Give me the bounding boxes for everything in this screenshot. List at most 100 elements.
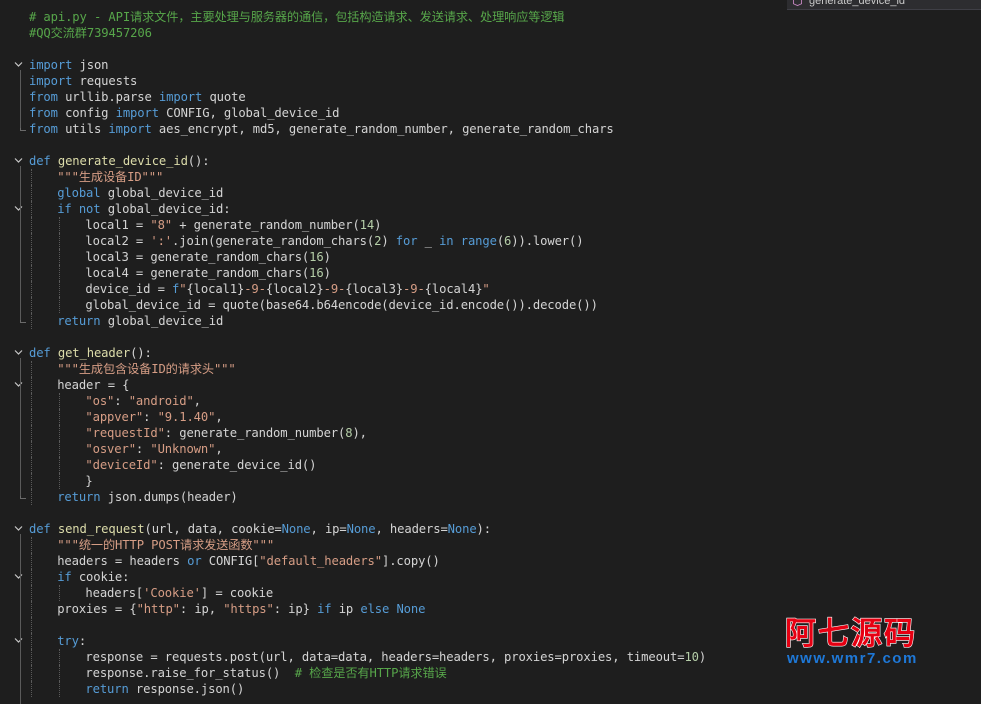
fold-chevron-icon[interactable]: [14, 60, 23, 69]
indent-guide: [59, 457, 61, 473]
code-line[interactable]: # api.py - API请求文件，主要处理与服务器的通信，包括构造请求、发送…: [0, 9, 981, 25]
code-line[interactable]: "os": "android",: [0, 393, 981, 409]
code-token: return: [57, 314, 101, 328]
fold-chevron-icon[interactable]: [14, 636, 23, 645]
navigation-dropdown[interactable]: generate_device_id: [787, 0, 981, 10]
code-line[interactable]: return response.json(): [0, 681, 981, 697]
code-token: "9.1.40": [157, 410, 216, 424]
code-text: }: [85, 473, 92, 489]
fold-chevron-icon[interactable]: [14, 524, 23, 533]
indent-guide: [31, 569, 32, 585]
code-line[interactable]: [0, 505, 981, 521]
code-token: import: [115, 106, 159, 120]
code-line[interactable]: import json: [0, 57, 981, 73]
code-line[interactable]: }: [0, 473, 981, 489]
code-line[interactable]: #QQ交流群739457206: [0, 25, 981, 41]
code-line[interactable]: "deviceId": generate_device_id(): [0, 457, 981, 473]
indent-guide: [59, 681, 61, 697]
code-token: local2 =: [85, 234, 151, 248]
code-line[interactable]: headers = headers or CONFIG["default_hea…: [0, 553, 981, 569]
code-line[interactable]: "requestId": generate_random_number(8),: [0, 425, 981, 441]
code-token: response.raise_for_status(): [85, 666, 295, 680]
code-token: json.dumps(header): [100, 490, 238, 504]
code-token: send_request: [57, 522, 145, 536]
code-line[interactable]: local3 = generate_random_chars(16): [0, 249, 981, 265]
code-editor[interactable]: # api.py - API请求文件，主要处理与服务器的通信，包括构造请求、发送…: [0, 0, 981, 704]
code-line[interactable]: "appver": "9.1.40",: [0, 409, 981, 425]
code-area[interactable]: # api.py - API请求文件，主要处理与服务器的通信，包括构造请求、发送…: [0, 0, 981, 704]
code-token: import: [29, 74, 73, 88]
code-line[interactable]: from utils import aes_encrypt, md5, gene…: [0, 121, 981, 137]
code-line[interactable]: def generate_device_id():: [0, 153, 981, 169]
indent-guide: [31, 537, 32, 553]
code-line[interactable]: def get_header():: [0, 345, 981, 361]
code-line[interactable]: def send_request(url, data, cookie=None,…: [0, 521, 981, 537]
code-line[interactable]: """生成设备ID""": [0, 169, 981, 185]
code-token: "os": [85, 394, 115, 408]
code-token: from: [29, 122, 58, 136]
code-text: response = requests.post(url, data=data,…: [85, 649, 706, 665]
code-line[interactable]: if cookie:: [0, 569, 981, 585]
fold-chevron-icon[interactable]: [14, 348, 23, 357]
code-line[interactable]: "osver": "Unknown",: [0, 441, 981, 457]
code-line[interactable]: return json.dumps(header): [0, 489, 981, 505]
code-line[interactable]: return global_device_id: [0, 313, 981, 329]
code-line[interactable]: [0, 41, 981, 57]
indent-guide: [31, 393, 32, 409]
code-line[interactable]: [0, 137, 981, 153]
code-text: headers = headers or CONFIG["default_hea…: [57, 553, 440, 569]
indent-guide: [31, 473, 32, 489]
code-token: or: [187, 554, 202, 568]
code-token: cookie:: [71, 570, 130, 584]
code-token: "https": [223, 602, 274, 616]
code-token: : ip,: [179, 602, 224, 616]
code-token: "deviceId": [85, 458, 158, 472]
fold-chevron-icon[interactable]: [14, 572, 23, 581]
code-token: 14: [359, 218, 375, 232]
watermark-title: 阿七源码: [785, 616, 917, 652]
code-token: {local4}: [424, 282, 483, 296]
code-line[interactable]: device_id = f"{local1}-9-{local2}-9-{loc…: [0, 281, 981, 297]
code-line[interactable]: local1 = "8" + generate_random_number(14…: [0, 217, 981, 233]
code-token: CONFIG, global_device_id: [158, 106, 340, 120]
code-text: header = {: [57, 377, 129, 393]
indent-guide: [59, 217, 61, 233]
indent-guide: [59, 281, 61, 297]
code-token: -9-: [323, 282, 346, 296]
code-line[interactable]: local2 = ':'.join(generate_random_chars(…: [0, 233, 981, 249]
indent-guide: [31, 377, 32, 393]
code-line[interactable]: from config import CONFIG, global_device…: [0, 105, 981, 121]
code-line[interactable]: if not global_device_id:: [0, 201, 981, 217]
code-line[interactable]: [0, 329, 981, 345]
code-line[interactable]: header = {: [0, 377, 981, 393]
code-line[interactable]: """统一的HTTP POST请求发送函数""": [0, 537, 981, 553]
code-line[interactable]: global_device_id = quote(base64.b64encod…: [0, 297, 981, 313]
code-token: : generate_device_id(): [157, 458, 317, 472]
code-line[interactable]: headers['Cookie'] = cookie: [0, 585, 981, 601]
code-token: quote: [202, 90, 246, 104]
fold-region-line: [20, 534, 21, 704]
code-text: from urllib.parse import quote: [29, 89, 246, 105]
code-text: proxies = {"http": ip, "https": ip} if i…: [57, 601, 425, 617]
code-line[interactable]: local4 = generate_random_chars(16): [0, 265, 981, 281]
code-text: local3 = generate_random_chars(16): [85, 249, 331, 265]
code-token: 10: [684, 650, 699, 664]
code-text: #QQ交流群739457206: [29, 25, 152, 41]
code-line[interactable]: from urllib.parse import quote: [0, 89, 981, 105]
code-line[interactable]: global global_device_id: [0, 185, 981, 201]
indent-guide: [59, 441, 61, 457]
code-text: device_id = f"{local1}-9-{local2}-9-{loc…: [85, 281, 489, 297]
code-token: ): [374, 218, 382, 232]
code-token: response.json(): [128, 682, 245, 696]
code-token: #QQ交流群739457206: [29, 26, 152, 40]
code-line[interactable]: """生成包含设备ID的请求头""": [0, 361, 981, 377]
fold-chevron-icon[interactable]: [14, 204, 23, 213]
fold-chevron-icon[interactable]: [14, 380, 23, 389]
code-token: None: [396, 602, 426, 616]
code-line[interactable]: import requests: [0, 73, 981, 89]
code-text: # api.py - API请求文件，主要处理与服务器的通信，包括构造请求、发送…: [29, 9, 565, 25]
fold-chevron-icon[interactable]: [14, 156, 23, 165]
code-token: utils: [57, 122, 109, 136]
